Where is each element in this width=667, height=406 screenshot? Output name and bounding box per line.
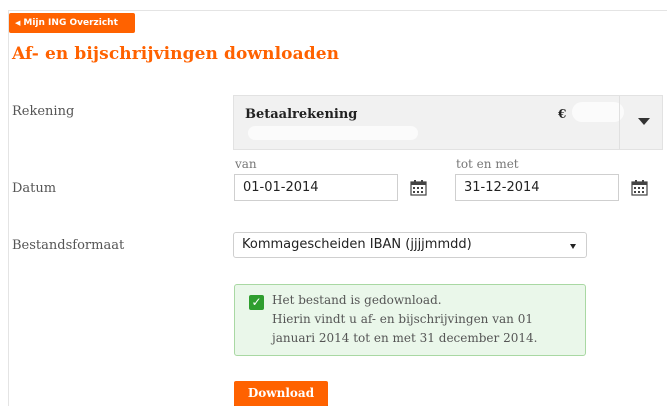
date-from-input[interactable]: 01-01-2014 [234,174,398,201]
calendar-icon[interactable] [402,174,434,201]
dropdown-caret-icon[interactable] [638,118,650,125]
success-line-3: januari 2014 tot en met 31 december 2014… [272,331,538,345]
success-text: Het bestand is gedownload. Hierin vindt … [272,291,577,348]
file-format-select[interactable]: Kommagescheiden IBAN (jjjjmmdd) [233,232,587,258]
date-to-input[interactable]: 31-12-2014 [455,174,619,201]
back-button-label: Mijn ING Overzicht [23,18,118,28]
date-label: Datum [12,181,57,196]
account-number-redacted [248,126,418,140]
check-icon: ✓ [249,295,264,310]
format-label: Bestandsformaat [12,238,125,253]
success-line-2: Hierin vindt u af- en bijschrijvingen va… [272,312,533,326]
account-label: Rekening [12,104,75,119]
calendar-to-icon-graphic [630,179,648,196]
date-to-label: tot en met [456,157,519,171]
success-line-1: Het bestand is gedownload. [272,293,442,307]
panel-left-border [8,10,9,406]
page-title: Af- en bijschrijvingen downloaden [12,44,340,64]
file-format-value: Kommagescheiden IBAN (jjjjmmdd) [242,237,472,252]
account-select[interactable]: Betaalrekening € [233,95,663,150]
download-button[interactable]: Download [234,381,328,406]
calendar-from-icon-graphic [409,179,427,196]
account-name: Betaalrekening [245,107,358,122]
panel-top-border [8,10,667,11]
chevron-left-icon: ◀ [15,19,21,27]
dropdown-caret-icon [570,244,576,249]
account-currency: € [558,107,567,121]
select-divider [619,96,620,149]
account-balance-redacted [572,102,624,122]
success-message: ✓ Het bestand is gedownload. Hierin vind… [234,284,586,356]
back-to-overview-button[interactable]: ◀ Mijn ING Overzicht [9,13,135,33]
calendar-icon[interactable] [623,174,655,201]
date-from-label: van [235,157,257,171]
